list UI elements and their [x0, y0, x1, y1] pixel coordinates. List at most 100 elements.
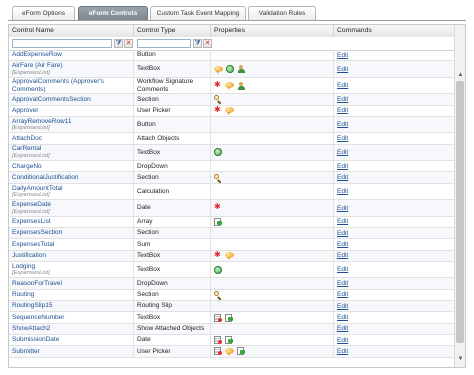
header-control-name[interactable]: Control Name — [9, 25, 134, 37]
doc-list-icon[interactable] — [214, 313, 222, 322]
edit-link[interactable]: Edit — [337, 149, 455, 156]
scroll-down-icon[interactable]: ▼ — [456, 355, 465, 364]
person-icon[interactable] — [237, 65, 245, 74]
table-row[interactable]: Routing Section Edit — [9, 289, 455, 302]
control-name: ExpensesSection — [12, 229, 63, 237]
control-name-clear-filter-icon[interactable]: ✕ — [124, 39, 133, 48]
globe-icon[interactable] — [226, 65, 234, 74]
edit-link[interactable]: Edit — [337, 266, 455, 273]
scroll-up-icon[interactable]: ▲ — [456, 71, 465, 80]
required-star-icon[interactable] — [214, 105, 222, 115]
table-row[interactable]: AttachDoc Attach Objects Edit — [9, 133, 455, 145]
table-row[interactable]: ApprovalComments (Approver's Comments) Wo… — [9, 77, 455, 95]
table-row[interactable]: SubmissionDate Date Edit — [9, 334, 455, 347]
table-row[interactable]: ArrayRemoveRow11 [ExpensesList] Button Edit — [9, 116, 455, 134]
table-row[interactable]: ExpenseDate[ExpensesList]DateEdit — [9, 200, 455, 217]
table-row[interactable]: ShowAttach2 Show Attached Objects Edit — [9, 323, 455, 335]
edit-link[interactable]: Edit — [337, 280, 455, 287]
doc-green-icon[interactable] — [225, 313, 233, 322]
control-type-clear-filter-icon[interactable]: ✕ — [203, 39, 212, 48]
tab-custom-task-event-mapping[interactable]: Custom Task Event Mapping — [150, 6, 246, 20]
edit-link[interactable]: Edit — [337, 52, 455, 59]
control-name-cell: ExpensesTotal — [9, 239, 134, 250]
control-name: DailyAmountTotal — [12, 184, 63, 192]
control-type-filter-input[interactable] — [137, 39, 191, 48]
control-name-filter-icon[interactable]: ⧩ — [114, 39, 123, 48]
edit-link[interactable]: Edit — [337, 291, 455, 298]
table-row[interactable]: ExpensesTotal Sum Edit — [9, 239, 455, 251]
edit-link[interactable]: Edit — [337, 82, 455, 89]
control-type-cell: Sum — [134, 239, 211, 250]
edit-link[interactable]: Edit — [337, 188, 455, 195]
table-row[interactable]: AddExpenseRow Button Edit — [9, 50, 455, 62]
table-row[interactable]: CarRental [ExpensesList] TextBox Edit — [9, 144, 455, 162]
table-row[interactable]: ExpensesSection Section Edit — [9, 228, 455, 240]
edit-link[interactable]: Edit — [337, 337, 455, 344]
person-icon[interactable] — [237, 81, 245, 90]
control-parent-array: [ExpensesList] — [12, 270, 50, 277]
commands-cell: Edit — [334, 217, 455, 227]
bubble-icon[interactable] — [225, 252, 234, 261]
doc-list-icon[interactable] — [214, 336, 222, 345]
edit-link[interactable]: Edit — [337, 174, 455, 181]
tab-eform-controls[interactable]: eForm Controls — [78, 6, 148, 21]
table-row[interactable]: SequenceNumber TextBox Edit — [9, 312, 455, 324]
edit-link[interactable]: Edit — [337, 303, 455, 310]
commands-cell: Edit — [334, 117, 455, 133]
globe-icon[interactable] — [214, 265, 222, 274]
table-row[interactable]: ExpensesList Array Edit — [9, 216, 455, 229]
edit-link[interactable]: Edit — [337, 205, 455, 212]
doc-green-icon[interactable] — [237, 347, 245, 356]
edit-link[interactable]: Edit — [337, 241, 455, 248]
bubble-icon[interactable] — [225, 347, 234, 356]
scroll-thumb[interactable] — [456, 81, 464, 343]
edit-link[interactable]: Edit — [337, 121, 455, 128]
table-row[interactable]: ChargeNo DropDown Edit — [9, 161, 455, 173]
edit-link[interactable]: Edit — [337, 66, 455, 73]
doc-green-icon[interactable] — [214, 217, 222, 226]
globe-icon[interactable] — [214, 148, 222, 157]
control-type-cell: Section — [134, 228, 211, 239]
required-star-icon[interactable] — [214, 80, 222, 90]
edit-link[interactable]: Edit — [337, 348, 455, 355]
bubble-icon[interactable] — [225, 82, 234, 91]
control-type-filter-icon[interactable]: ⧩ — [193, 39, 202, 48]
edit-link[interactable]: Edit — [337, 314, 455, 321]
table-row[interactable]: AirFare (Air Fare) [ExpensesList] TextBox E… — [9, 61, 455, 78]
bubble-icon[interactable] — [214, 65, 223, 74]
doc-green-icon[interactable] — [225, 336, 233, 345]
table-row[interactable]: Lodging [ExpensesList] TextBox Edit — [9, 261, 455, 279]
edit-link[interactable]: Edit — [337, 107, 455, 114]
edit-link[interactable]: Edit — [337, 230, 455, 237]
header-commands[interactable]: Commands — [334, 25, 455, 37]
table-row[interactable]: ReasonForTravel DropDown Edit — [9, 278, 455, 290]
table-row[interactable]: RoutingSlip15 Routing Slip Edit — [9, 301, 455, 313]
properties-cell — [211, 301, 334, 312]
required-star-icon[interactable] — [214, 250, 222, 260]
magnifier-icon[interactable] — [214, 290, 222, 299]
tab-validation-rules[interactable]: Validation Rules — [248, 6, 316, 20]
edit-link[interactable]: Edit — [337, 252, 455, 259]
magnifier-icon[interactable] — [214, 95, 222, 103]
edit-link[interactable]: Edit — [337, 325, 455, 332]
header-properties[interactable]: Properties — [211, 25, 334, 37]
header-control-type[interactable]: Control Type — [134, 25, 211, 37]
control-name-filter-input[interactable] — [12, 39, 112, 48]
magnifier-icon[interactable] — [214, 173, 222, 182]
tab-eform-options[interactable]: eForm Options — [12, 6, 75, 20]
table-row[interactable]: Justification TextBox Edit — [9, 250, 455, 262]
bubble-icon[interactable] — [225, 107, 234, 116]
edit-link[interactable]: Edit — [337, 163, 455, 170]
edit-link[interactable]: Edit — [337, 135, 455, 142]
table-row[interactable]: Submitter User Picker Edit — [9, 346, 455, 358]
required-star-icon[interactable] — [214, 202, 222, 212]
vertical-scrollbar[interactable]: ▲ ▼ — [454, 25, 465, 367]
table-row[interactable]: Approver User Picker Edit — [9, 105, 455, 117]
edit-link[interactable]: Edit — [337, 218, 455, 225]
table-row[interactable]: DailyAmountTotal [ExpensesList] Calculatio… — [9, 183, 455, 201]
table-row[interactable]: ApprovalCommentsSection Section Edit — [9, 94, 455, 106]
table-row[interactable]: ConditionalJustification Section Edit — [9, 172, 455, 184]
doc-list-icon[interactable] — [214, 347, 222, 356]
edit-link[interactable]: Edit — [337, 96, 455, 103]
properties-cell — [211, 239, 334, 250]
